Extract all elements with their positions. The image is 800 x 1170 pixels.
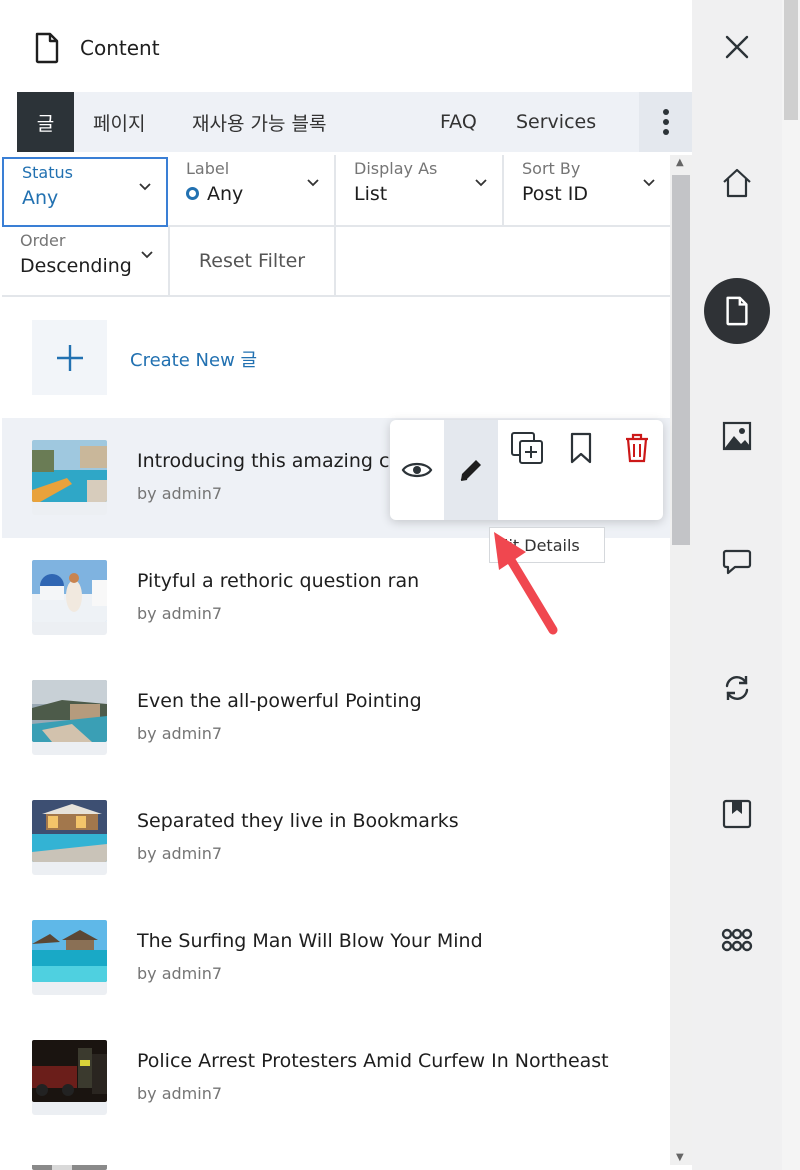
close-icon[interactable] <box>722 32 752 62</box>
chevron-down-icon <box>643 179 655 187</box>
post-thumbnail <box>32 440 107 502</box>
radio-icon <box>186 187 199 200</box>
create-new-button[interactable] <box>32 320 107 395</box>
edit-details-tooltip: lit Details <box>489 527 605 563</box>
post-title[interactable]: Introducing this amazing c <box>137 450 389 472</box>
reset-filter-button[interactable]: Reset Filter <box>170 227 336 297</box>
post-row[interactable]: Even the all-powerful Pointing by admin7 <box>2 658 670 778</box>
post-title[interactable]: Police Arrest Protesters Amid Curfew In … <box>137 1050 609 1072</box>
create-new-row[interactable]: Create New 글 <box>0 298 670 416</box>
outer-scrollbar[interactable] <box>782 0 800 1170</box>
sort-by-filter-value: Post ID <box>522 183 589 205</box>
post-thumbnail <box>32 920 107 982</box>
post-author: by admin7 <box>137 724 223 743</box>
post-row[interactable] <box>2 1138 670 1170</box>
scroll-up-icon[interactable]: ▲ <box>676 157 684 168</box>
pencil-icon <box>460 460 481 481</box>
create-new-label[interactable]: Create New 글 <box>130 346 257 372</box>
sort-by-filter[interactable]: Sort By Post ID <box>504 155 670 227</box>
post-row[interactable]: Police Arrest Protesters Amid Curfew In … <box>2 1018 670 1138</box>
duplicate-icon <box>511 432 543 464</box>
post-row[interactable]: Separated they live in Bookmarks by admi… <box>2 778 670 898</box>
tab-services[interactable]: Services <box>516 92 596 152</box>
trash-icon <box>626 433 648 463</box>
status-filter[interactable]: Status Any <box>2 157 168 227</box>
plus-icon <box>56 344 83 371</box>
label-filter[interactable]: Label Any <box>168 155 336 227</box>
scrollbar-thumb[interactable] <box>672 175 690 545</box>
document-icon <box>35 32 59 64</box>
apps-grid-icon[interactable] <box>712 915 762 965</box>
chevron-down-icon <box>141 251 153 259</box>
home-icon[interactable] <box>712 158 762 208</box>
status-filter-value: Any <box>22 187 59 209</box>
post-author: by admin7 <box>137 844 223 863</box>
tab-posts[interactable]: 글 <box>17 92 74 152</box>
bookmark-icon[interactable] <box>712 789 762 839</box>
post-thumbnail <box>32 1160 107 1170</box>
post-row[interactable]: The Surfing Man Will Blow Your Mind by a… <box>2 898 670 1018</box>
bookmark-outline-icon <box>570 432 592 464</box>
post-title[interactable]: Pityful a rethoric question ran <box>137 570 419 592</box>
tab-faq[interactable]: FAQ <box>440 92 477 152</box>
chevron-down-icon <box>475 179 487 187</box>
post-thumbnail <box>32 560 107 622</box>
document-icon[interactable] <box>704 278 770 344</box>
label-filter-label: Label <box>186 159 230 178</box>
sync-icon[interactable] <box>712 663 762 713</box>
view-button[interactable] <box>390 420 444 520</box>
post-title[interactable]: Even the all-powerful Pointing <box>137 690 422 712</box>
post-author: by admin7 <box>137 1084 223 1103</box>
panel-header: Content <box>0 0 692 92</box>
order-filter-value: Descending <box>20 255 132 277</box>
display-as-filter-value: List <box>354 183 388 205</box>
scroll-down-icon[interactable]: ▼ <box>676 1152 684 1163</box>
chevron-down-icon <box>307 179 319 187</box>
sort-by-filter-label: Sort By <box>522 159 581 178</box>
edit-details-button[interactable] <box>444 420 498 520</box>
tab-pages[interactable]: 페이지 <box>93 92 145 152</box>
post-thumbnail <box>32 680 107 742</box>
panel-title: Content <box>80 36 160 60</box>
status-filter-label: Status <box>22 163 73 182</box>
bookmark-button[interactable] <box>562 428 600 468</box>
delete-button[interactable] <box>618 428 656 468</box>
order-filter[interactable]: Order Descending <box>2 227 170 297</box>
post-author: by admin7 <box>137 964 223 983</box>
tab-reusable-blocks[interactable]: 재사용 가능 블록 <box>192 92 326 152</box>
post-title[interactable]: The Surfing Man Will Blow Your Mind <box>137 930 483 952</box>
more-vertical-icon <box>662 109 669 135</box>
more-tabs-button[interactable] <box>639 92 692 152</box>
order-filter-label: Order <box>20 231 66 250</box>
duplicate-button[interactable] <box>508 428 546 468</box>
display-as-filter[interactable]: Display As List <box>336 155 504 227</box>
post-author: by admin7 <box>137 604 223 623</box>
label-filter-value: Any <box>186 183 243 205</box>
post-thumbnail <box>32 800 107 862</box>
image-icon[interactable] <box>712 411 762 461</box>
filter-spacer <box>336 227 670 297</box>
chevron-down-icon <box>139 183 151 191</box>
content-tabs: 글 페이지 재사용 가능 블록 FAQ Services <box>17 92 692 152</box>
content-scrollbar[interactable]: ▲ ▼ <box>670 155 692 1165</box>
post-actions-popover <box>390 420 663 520</box>
post-thumbnail <box>32 1040 107 1102</box>
post-author: by admin7 <box>137 484 223 503</box>
comment-icon[interactable] <box>712 537 762 587</box>
display-as-filter-label: Display As <box>354 159 438 178</box>
eye-icon <box>401 462 433 478</box>
post-title[interactable]: Separated they live in Bookmarks <box>137 810 459 832</box>
